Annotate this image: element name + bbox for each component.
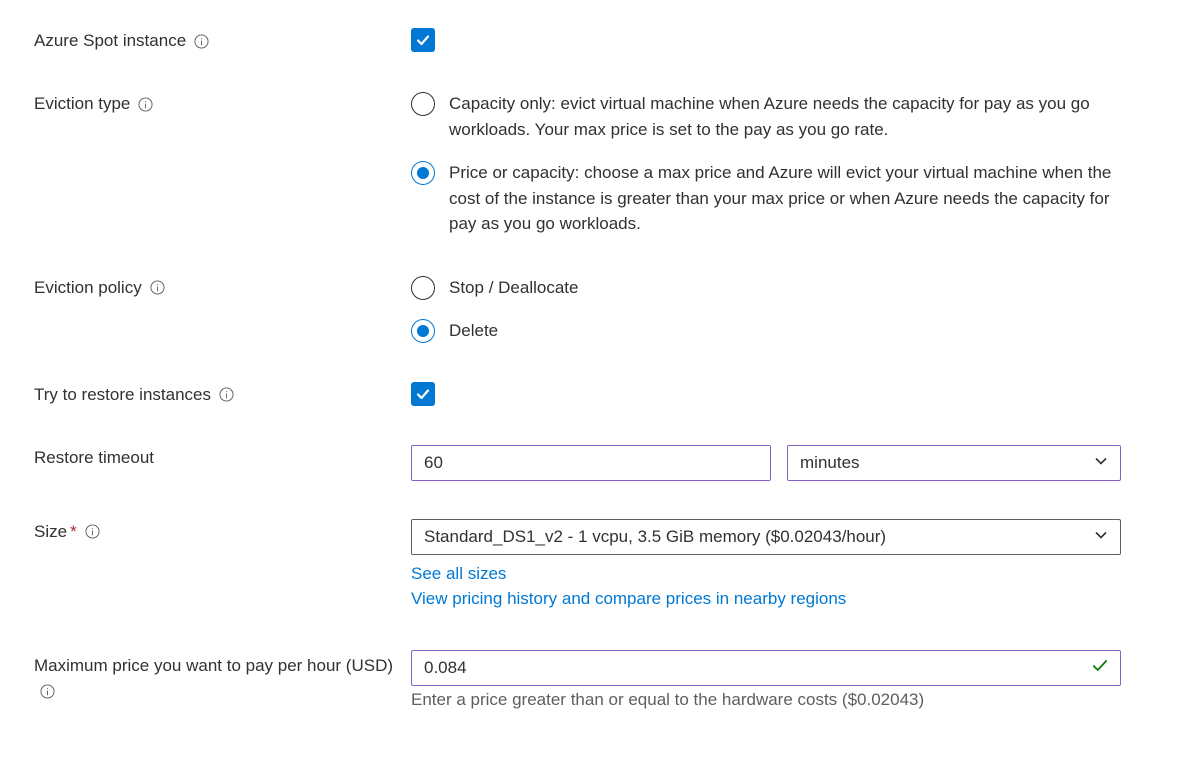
radio-icon xyxy=(411,92,435,116)
max-price-helper: Enter a price greater than or equal to t… xyxy=(411,690,1121,710)
azure-spot-checkbox[interactable] xyxy=(411,28,435,52)
radio-label: Delete xyxy=(449,318,498,344)
label-max-price: Maximum price you want to pay per hour (… xyxy=(34,650,411,704)
label-try-restore: Try to restore instances xyxy=(34,382,411,405)
radio-icon xyxy=(411,276,435,300)
try-restore-checkbox[interactable] xyxy=(411,382,435,406)
eviction-type-radio-capacity[interactable]: Capacity only: evict virtual machine whe… xyxy=(411,91,1121,142)
row-max-price: Maximum price you want to pay per hour (… xyxy=(34,650,1167,710)
radio-label: Price or capacity: choose a max price an… xyxy=(449,160,1121,237)
row-try-restore: Try to restore instances xyxy=(34,382,1167,407)
radio-icon xyxy=(411,161,435,185)
restore-timeout-input[interactable] xyxy=(411,445,771,481)
size-select[interactable]: Standard_DS1_v2 - 1 vcpu, 3.5 GiB memory… xyxy=(411,519,1121,555)
restore-timeout-unit-select[interactable]: minutes xyxy=(787,445,1121,481)
row-eviction-type: Eviction type Capacity only: evict virtu… xyxy=(34,91,1167,237)
label-text-eviction-policy: Eviction policy xyxy=(34,278,142,298)
eviction-policy-radio-delete[interactable]: Delete xyxy=(411,318,1121,344)
info-icon[interactable] xyxy=(194,34,209,49)
required-indicator: * xyxy=(70,522,77,541)
row-restore-timeout: Restore timeout minutes xyxy=(34,445,1167,481)
label-size: Size* xyxy=(34,519,411,542)
eviction-type-radio-price[interactable]: Price or capacity: choose a max price an… xyxy=(411,160,1121,237)
label-text-try-restore: Try to restore instances xyxy=(34,385,211,405)
info-icon[interactable] xyxy=(219,387,234,402)
see-all-sizes-link[interactable]: See all sizes xyxy=(411,561,1121,587)
label-text-max-price: Maximum price you want to pay per hour (… xyxy=(34,656,393,675)
max-price-input[interactable] xyxy=(411,650,1121,686)
row-eviction-policy: Eviction policy Stop / Deallocate Delete xyxy=(34,275,1167,344)
row-size: Size* Standard_DS1_v2 - 1 vcpu, 3.5 GiB … xyxy=(34,519,1167,612)
label-text-size: Size xyxy=(34,522,67,541)
info-icon[interactable] xyxy=(150,280,165,295)
label-text-restore-timeout: Restore timeout xyxy=(34,448,154,468)
radio-icon xyxy=(411,319,435,343)
radio-label: Capacity only: evict virtual machine whe… xyxy=(449,91,1121,142)
label-azure-spot: Azure Spot instance xyxy=(34,28,411,51)
eviction-policy-radio-stop[interactable]: Stop / Deallocate xyxy=(411,275,1121,301)
label-eviction-policy: Eviction policy xyxy=(34,275,411,298)
label-restore-timeout: Restore timeout xyxy=(34,445,411,468)
info-icon[interactable] xyxy=(40,684,55,699)
pricing-history-link[interactable]: View pricing history and compare prices … xyxy=(411,586,1121,612)
label-eviction-type: Eviction type xyxy=(34,91,411,114)
label-text-azure-spot: Azure Spot instance xyxy=(34,31,186,51)
info-icon[interactable] xyxy=(138,97,153,112)
info-icon[interactable] xyxy=(85,524,100,539)
label-text-eviction-type: Eviction type xyxy=(34,94,130,114)
radio-label: Stop / Deallocate xyxy=(449,275,578,301)
row-azure-spot: Azure Spot instance xyxy=(34,28,1167,53)
